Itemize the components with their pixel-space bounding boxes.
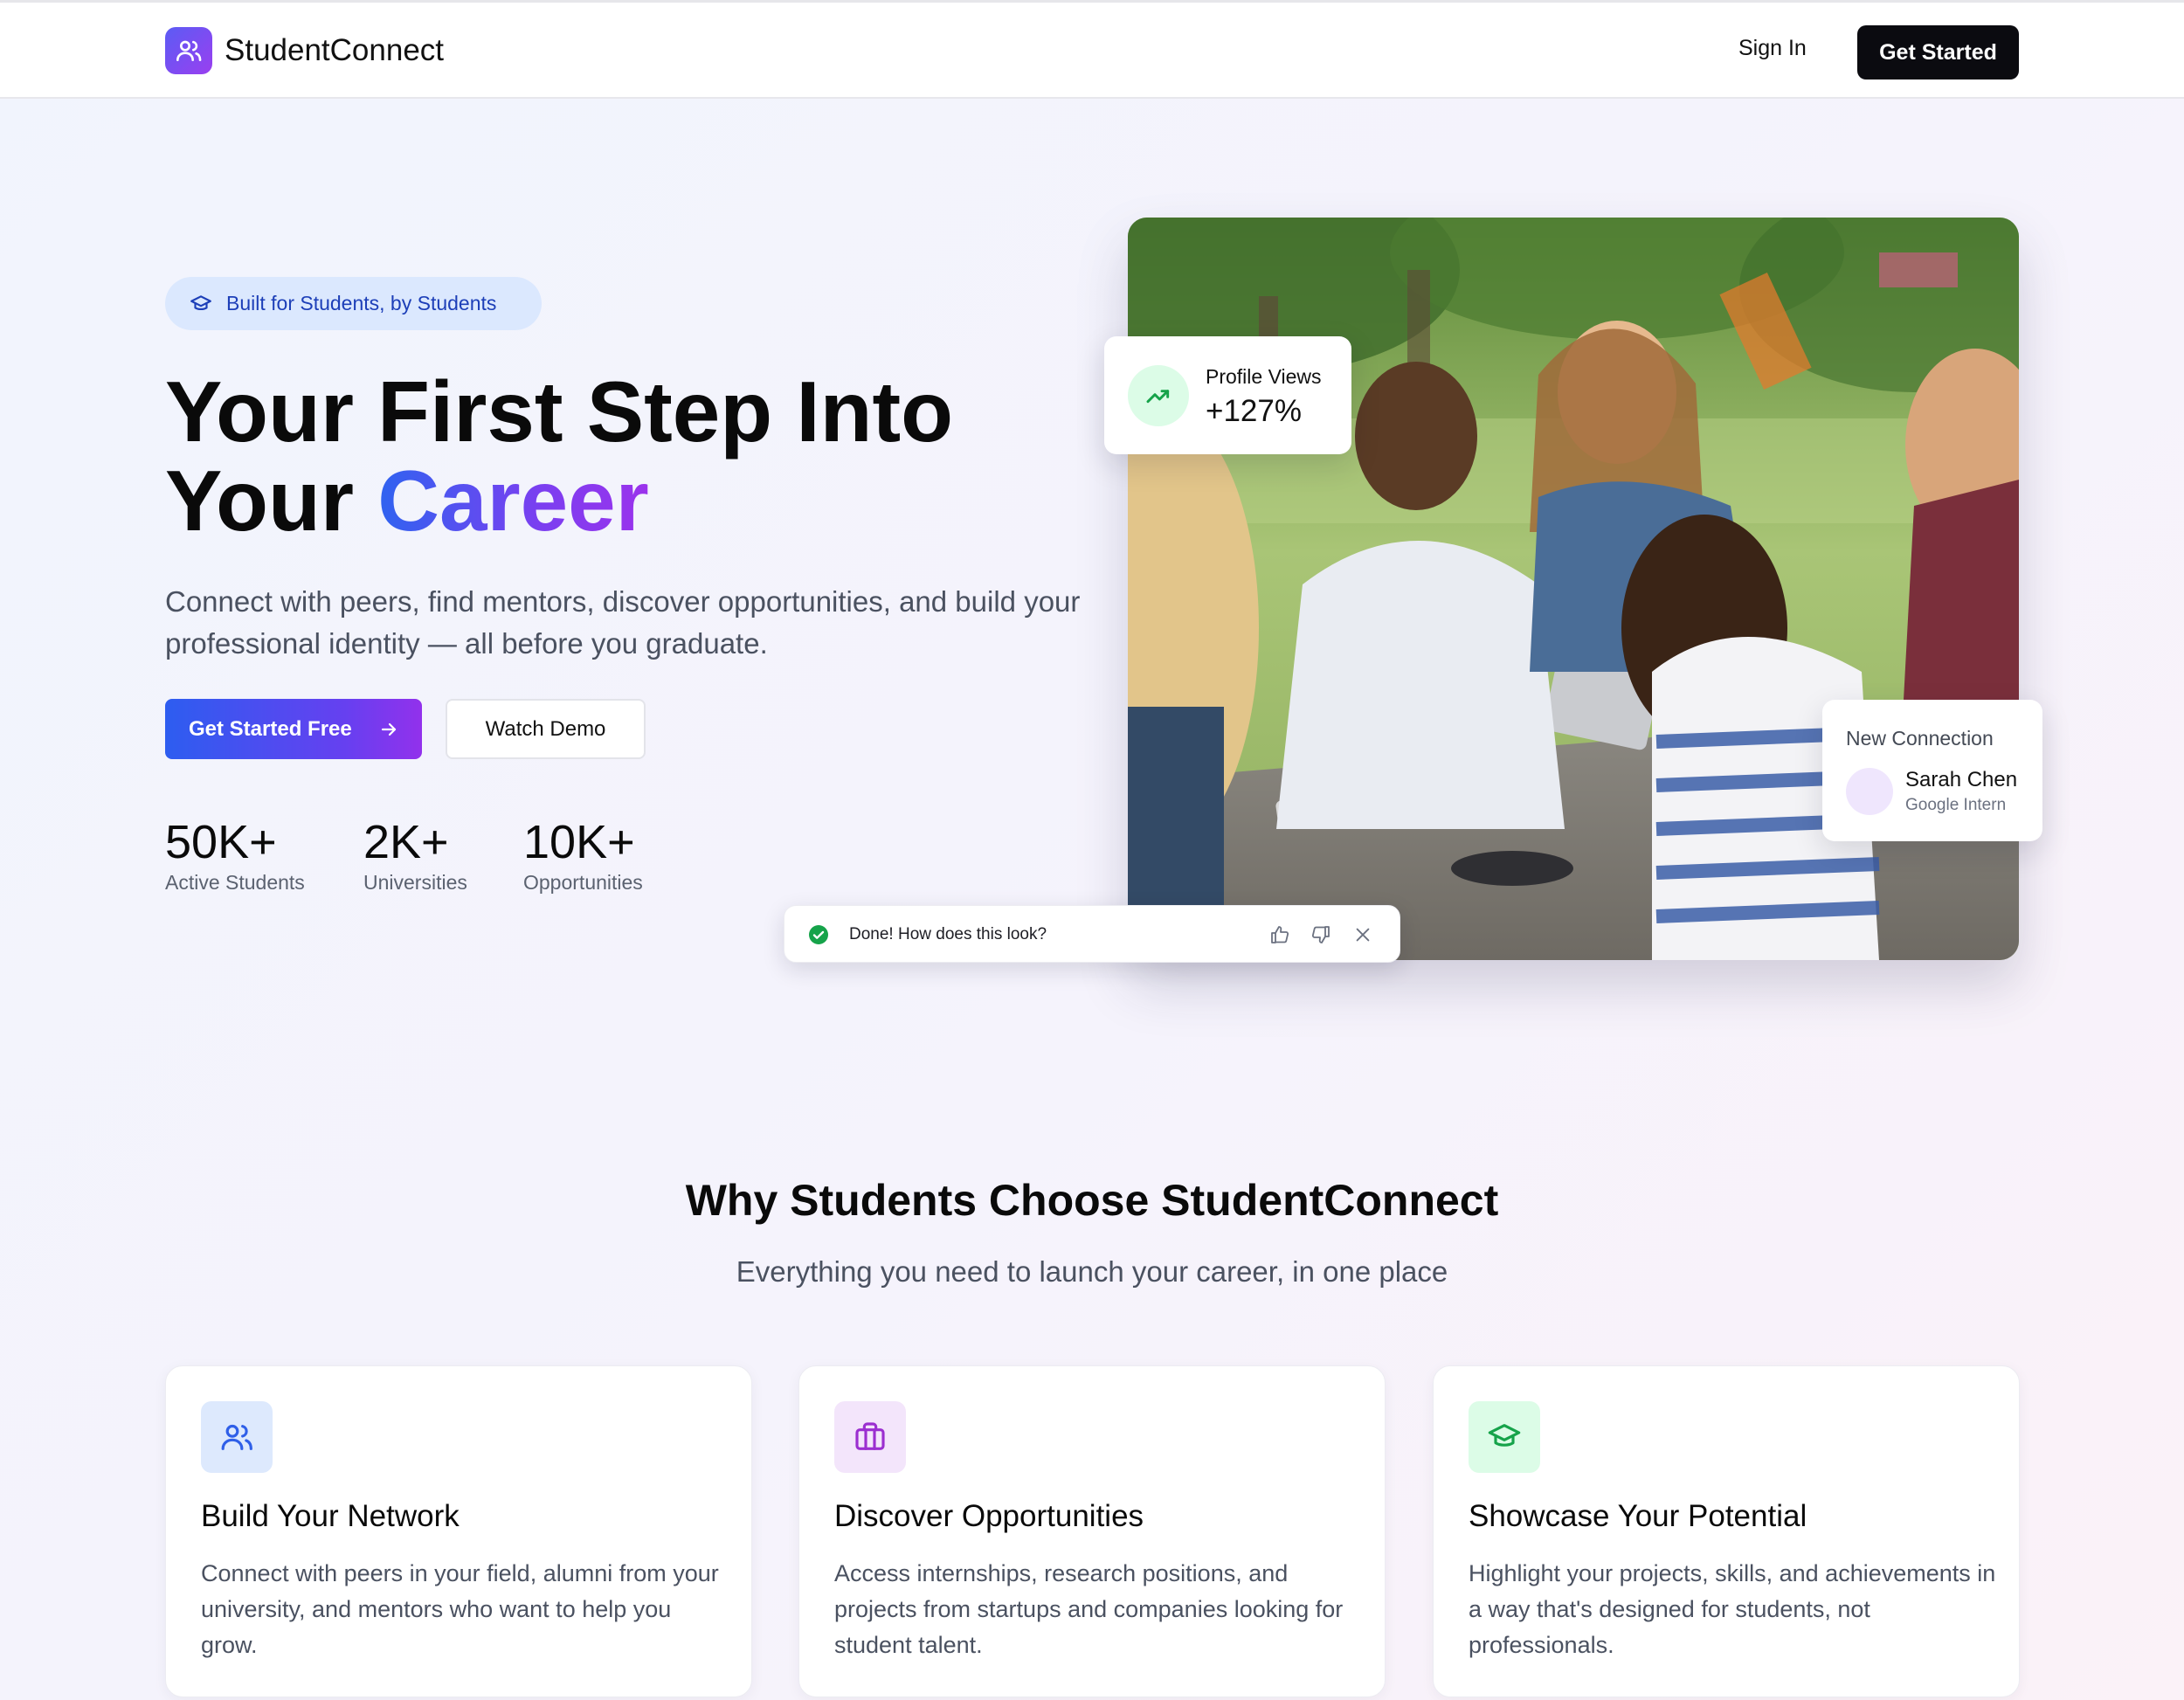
stat-universities: 2K+ Universities [363,817,467,895]
get-started-free-label: Get Started Free [189,716,352,741]
stat-opportunities: 10K+ Opportunities [523,817,643,895]
briefcase-icon [834,1401,906,1473]
hero-badge: Built for Students, by Students [165,277,542,330]
thumbs-up-icon[interactable] [1267,922,1293,948]
watch-demo-button[interactable]: Watch Demo [446,699,646,759]
hero-title-line1: Your First Step Into [165,363,953,460]
hero-title-accent: Career [377,453,649,549]
feature-title: Build Your Network [201,1499,460,1533]
stat-label: Universities [363,871,467,894]
feature-card-network: Build Your Network Connect with peers in… [165,1365,752,1697]
hero-badge-text: Built for Students, by Students [226,292,497,314]
feature-description: Highlight your projects, skills, and ach… [1469,1560,1996,1658]
brand-name[interactable]: StudentConnect [225,33,444,68]
new-connection-card: New Connection Sarah Chen Google Intern [1822,700,2042,841]
feature-description: Access internships, research positions, … [834,1560,1344,1658]
avatar [1846,768,1893,815]
profile-views-value: +127% [1206,394,1302,428]
profile-views-label: Profile Views [1206,365,1322,388]
connection-role: Google Intern [1905,796,2007,814]
sign-in-button[interactable]: Sign In [1738,36,1807,61]
hero-subtitle: Connect with peers, find mentors, discov… [165,585,1081,660]
feature-description: Connect with peers in your field, alumni… [201,1560,719,1658]
new-connection-title: New Connection [1846,727,1994,750]
users-icon [201,1401,273,1473]
stat-value: 2K+ [363,816,449,868]
graduation-cap-icon [1469,1401,1540,1473]
feature-title: Discover Opportunities [834,1499,1144,1533]
profile-views-card: Profile Views +127% [1104,336,1351,454]
top-navigation-bar: StudentConnect Sign In Get Started [0,0,2184,99]
feature-card-opportunities: Discover Opportunities Access internship… [798,1365,1386,1697]
trending-up-icon [1128,365,1189,426]
connection-name: Sarah Chen [1905,768,2018,791]
stat-label: Active Students [165,871,305,894]
feature-title: Showcase Your Potential [1469,1499,1807,1533]
get-started-free-button[interactable]: Get Started Free [165,699,422,759]
get-started-button[interactable]: Get Started [1857,25,2019,79]
check-circle-icon [808,924,829,950]
feedback-message: Done! How does this look? [849,925,1047,943]
feature-card-showcase: Showcase Your Potential Highlight your p… [1433,1365,2020,1697]
arrow-right-icon [378,719,399,740]
hero-title-line2: Your [165,453,378,549]
graduation-cap-icon [190,293,212,315]
close-icon[interactable] [1350,922,1376,948]
hero-students-photo [1128,218,2019,960]
stat-value: 50K+ [165,816,277,868]
features-section-title: Why Students Choose StudentConnect [685,1176,1499,1225]
thumbs-down-icon[interactable] [1308,922,1334,948]
feedback-toast: Done! How does this look? [784,905,1400,963]
stat-value: 10K+ [523,816,635,868]
stat-label: Opportunities [523,871,643,894]
stat-active-students: 50K+ Active Students [165,817,305,895]
features-section-subtitle: Everything you need to launch your caree… [736,1255,1448,1288]
hero-title: Your First Step Into Your Career [165,367,953,545]
logo-users-icon[interactable] [165,27,212,74]
